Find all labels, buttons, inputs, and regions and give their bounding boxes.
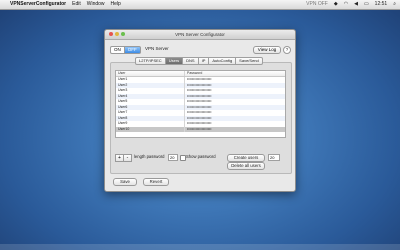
length-password-label: length password xyxy=(134,154,165,159)
menu-edit[interactable]: Edit xyxy=(72,0,81,9)
tab-bar: L2TP/IPSEC Users DNS IP AutoConfig Save/… xyxy=(135,57,263,65)
column-header-user[interactable]: User xyxy=(116,71,184,76)
menu-window[interactable]: Window xyxy=(87,0,105,9)
tab-users[interactable]: Users xyxy=(165,57,184,65)
clock[interactable]: 12:51 xyxy=(375,0,388,9)
tab-dns[interactable]: DNS xyxy=(183,57,199,65)
vpn-off-button[interactable]: OFF xyxy=(124,46,141,54)
menu-bar: VPNServerConfigurator Edit Window Help V… xyxy=(0,0,400,10)
user-cell: User10 xyxy=(118,126,130,131)
table-row-selected[interactable]: User10 •••••••••••••••••••• xyxy=(116,126,285,132)
dock xyxy=(0,244,400,250)
vpn-power-toggle: ON OFF xyxy=(110,46,141,54)
save-button[interactable]: Save xyxy=(113,178,137,186)
view-log-button[interactable]: View Log xyxy=(253,46,281,54)
spotlight-search-icon[interactable]: ⌕ xyxy=(393,0,396,9)
menu-help[interactable]: Help xyxy=(111,0,121,9)
help-button[interactable]: ? xyxy=(283,46,291,54)
window-title: VPN Server Configurator xyxy=(175,32,225,37)
tab-autoconfig[interactable]: AutoConfig xyxy=(209,57,237,65)
column-header-password[interactable]: Password xyxy=(184,71,285,76)
tab-ip[interactable]: IP xyxy=(198,57,210,65)
vpn-on-button[interactable]: ON xyxy=(110,46,125,54)
users-table[interactable]: User Password User1 •••••••••••••••••••• … xyxy=(115,70,286,138)
show-password-label: Show password xyxy=(186,154,216,159)
app-menu[interactable]: VPNServerConfigurator xyxy=(10,0,66,9)
tab-save-send[interactable]: Save/Send xyxy=(236,57,263,65)
revert-button[interactable]: Revert xyxy=(143,178,169,186)
vpn-status-icon[interactable]: ◆ xyxy=(334,0,338,9)
create-users-count-field[interactable]: 20 xyxy=(268,154,280,161)
create-users-button[interactable]: Create users xyxy=(227,154,265,162)
tab-l2tp-ipsec[interactable]: L2TP/IPSEC xyxy=(135,57,166,65)
vpn-configurator-window: VPN Server Configurator ON OFF VPN Serve… xyxy=(104,29,296,192)
remove-user-button[interactable]: - xyxy=(123,154,132,162)
delete-all-users-button[interactable]: Delete all users xyxy=(227,162,265,170)
vpn-status-text[interactable]: VPN OFF xyxy=(306,0,328,9)
battery-icon[interactable]: ▭ xyxy=(364,0,369,9)
volume-icon[interactable]: ◀ xyxy=(354,0,358,9)
server-label: VPN Server xyxy=(145,46,169,51)
password-cell: •••••••••••••••••••• xyxy=(184,126,285,132)
title-bar: VPN Server Configurator xyxy=(105,30,295,40)
length-password-field[interactable]: 20 xyxy=(168,154,178,161)
wifi-icon[interactable]: ◠ xyxy=(344,0,348,9)
